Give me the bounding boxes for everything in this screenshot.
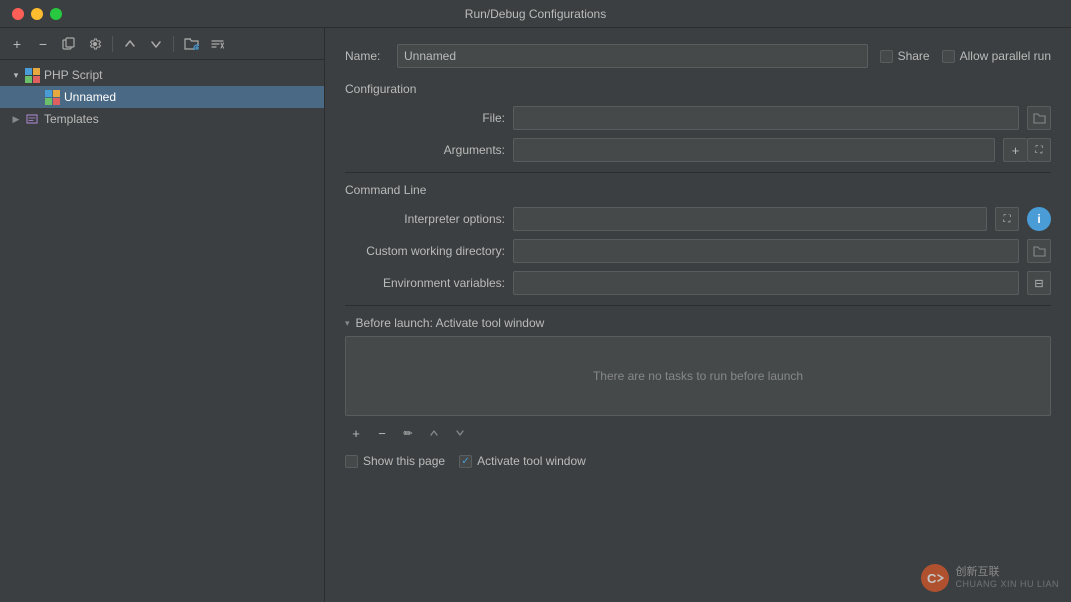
interpreter-options-label: Interpreter options: (345, 212, 505, 226)
arguments-btn-group: + ⛶ (1003, 138, 1051, 162)
environment-variables-label: Environment variables: (345, 276, 505, 290)
toolbar-sep-2 (173, 36, 174, 52)
share-checkbox-row: Share Allow parallel run (880, 49, 1051, 63)
file-browse-button[interactable] (1027, 106, 1051, 130)
custom-working-dir-input[interactable] (513, 239, 1019, 263)
configuration-section-header: Configuration (345, 82, 1051, 96)
watermark: C 创新互联 CHUANG XIN HU LIAN (921, 564, 1059, 592)
minimize-button[interactable] (31, 8, 43, 20)
settings-config-button[interactable] (84, 33, 106, 55)
bottom-row: Show this page Activate tool window (345, 454, 1051, 468)
allow-parallel-checkbox[interactable] (942, 50, 955, 63)
php-script-label: PHP Script (44, 69, 102, 81)
name-row: Name: Share Allow parallel run (345, 44, 1051, 68)
unnamed-label: Unnamed (64, 91, 116, 103)
close-button[interactable] (12, 8, 24, 20)
custom-working-dir-row: Custom working directory: (345, 239, 1051, 263)
watermark-logo: C (921, 564, 949, 592)
watermark-line1: 创新互联 (955, 565, 1059, 579)
toolbar-sep-1 (112, 36, 113, 52)
maximize-button[interactable] (50, 8, 62, 20)
environment-variables-row: Environment variables: ⊟ (345, 271, 1051, 295)
show-page-checkbox[interactable] (345, 455, 358, 468)
interpreter-options-expand-button[interactable]: ⛶ (995, 207, 1019, 231)
activate-tool-window-label: Activate tool window (477, 454, 586, 468)
activate-tool-window-checkbox[interactable] (459, 455, 472, 468)
sort-config-button[interactable] (206, 33, 228, 55)
sidebar: + − (0, 28, 325, 602)
allow-parallel-label: Allow parallel run (960, 49, 1051, 63)
before-launch-label: Before launch: Activate tool window (356, 316, 545, 330)
before-launch-down-button[interactable] (449, 422, 471, 444)
window-title: Run/Debug Configurations (465, 7, 606, 21)
arguments-row: Arguments: + ⛶ (345, 138, 1051, 162)
allow-parallel-checkbox-label[interactable]: Allow parallel run (942, 49, 1051, 63)
environment-variables-input[interactable] (513, 271, 1019, 295)
interpreter-info-button[interactable]: i (1027, 207, 1051, 231)
activate-tool-window-checkbox-label[interactable]: Activate tool window (459, 454, 586, 468)
arguments-add-button[interactable]: + (1003, 138, 1027, 162)
up-config-button[interactable] (119, 33, 141, 55)
environment-variables-edit-button[interactable]: ⊟ (1027, 271, 1051, 295)
divider-1 (345, 172, 1051, 173)
tree-item-php-script[interactable]: ▾ PHP Script (0, 64, 324, 86)
templates-icon (24, 111, 40, 127)
window-controls (12, 8, 62, 20)
no-tasks-text: There are no tasks to run before launch (593, 369, 803, 383)
interpreter-options-input[interactable] (513, 207, 987, 231)
down-config-button[interactable] (145, 33, 167, 55)
php-script-arrow: ▾ (8, 67, 24, 83)
before-launch-edit-button[interactable]: ✏ (397, 422, 419, 444)
name-label: Name: (345, 49, 385, 63)
tree-item-templates[interactable]: ▶ Templates (0, 108, 324, 130)
title-bar: Run/Debug Configurations (0, 0, 1071, 28)
templates-label: Templates (44, 113, 99, 125)
command-line-section-header: Command Line (345, 183, 1051, 197)
before-launch-toolbar: + − ✏ (345, 422, 1051, 444)
tree-item-unnamed[interactable]: ▶ Unnamed (0, 86, 324, 108)
custom-working-dir-label: Custom working directory: (345, 244, 505, 258)
file-input[interactable] (513, 106, 1019, 130)
file-row: File: (345, 106, 1051, 130)
watermark-line2: CHUANG XIN HU LIAN (955, 579, 1059, 591)
share-label: Share (898, 49, 930, 63)
unnamed-icon (44, 89, 60, 105)
sidebar-toolbar: + − (0, 28, 324, 60)
main-layout: + − (0, 28, 1071, 602)
php-script-icon (24, 67, 40, 83)
before-launch-arrow: ▾ (345, 318, 350, 329)
before-launch-header[interactable]: ▾ Before launch: Activate tool window (345, 316, 1051, 330)
before-launch-remove-button[interactable]: − (371, 422, 393, 444)
arguments-input[interactable] (513, 138, 995, 162)
add-config-button[interactable]: + (6, 33, 28, 55)
name-input[interactable] (397, 44, 868, 68)
interpreter-options-row: Interpreter options: ⛶ i (345, 207, 1051, 231)
arguments-label: Arguments: (345, 143, 505, 157)
show-page-label: Show this page (363, 454, 445, 468)
share-checkbox-label[interactable]: Share (880, 49, 930, 63)
templates-arrow: ▶ (8, 111, 24, 127)
show-page-checkbox-label[interactable]: Show this page (345, 454, 445, 468)
watermark-text: 创新互联 CHUANG XIN HU LIAN (955, 565, 1059, 591)
remove-config-button[interactable]: − (32, 33, 54, 55)
custom-working-dir-browse-button[interactable] (1027, 239, 1051, 263)
sidebar-tree: ▾ PHP Script ▶ Unnamed (0, 60, 324, 602)
svg-text:C: C (927, 571, 937, 586)
arguments-expand-button[interactable]: ⛶ (1027, 138, 1051, 162)
before-launch-area: There are no tasks to run before launch (345, 336, 1051, 416)
divider-2 (345, 305, 1051, 306)
content-panel: Name: Share Allow parallel run Configura… (325, 28, 1071, 602)
before-launch-up-button[interactable] (423, 422, 445, 444)
file-label: File: (345, 111, 505, 125)
folder-config-button[interactable] (180, 33, 202, 55)
before-launch-add-button[interactable]: + (345, 422, 367, 444)
copy-config-button[interactable] (58, 33, 80, 55)
share-checkbox[interactable] (880, 50, 893, 63)
